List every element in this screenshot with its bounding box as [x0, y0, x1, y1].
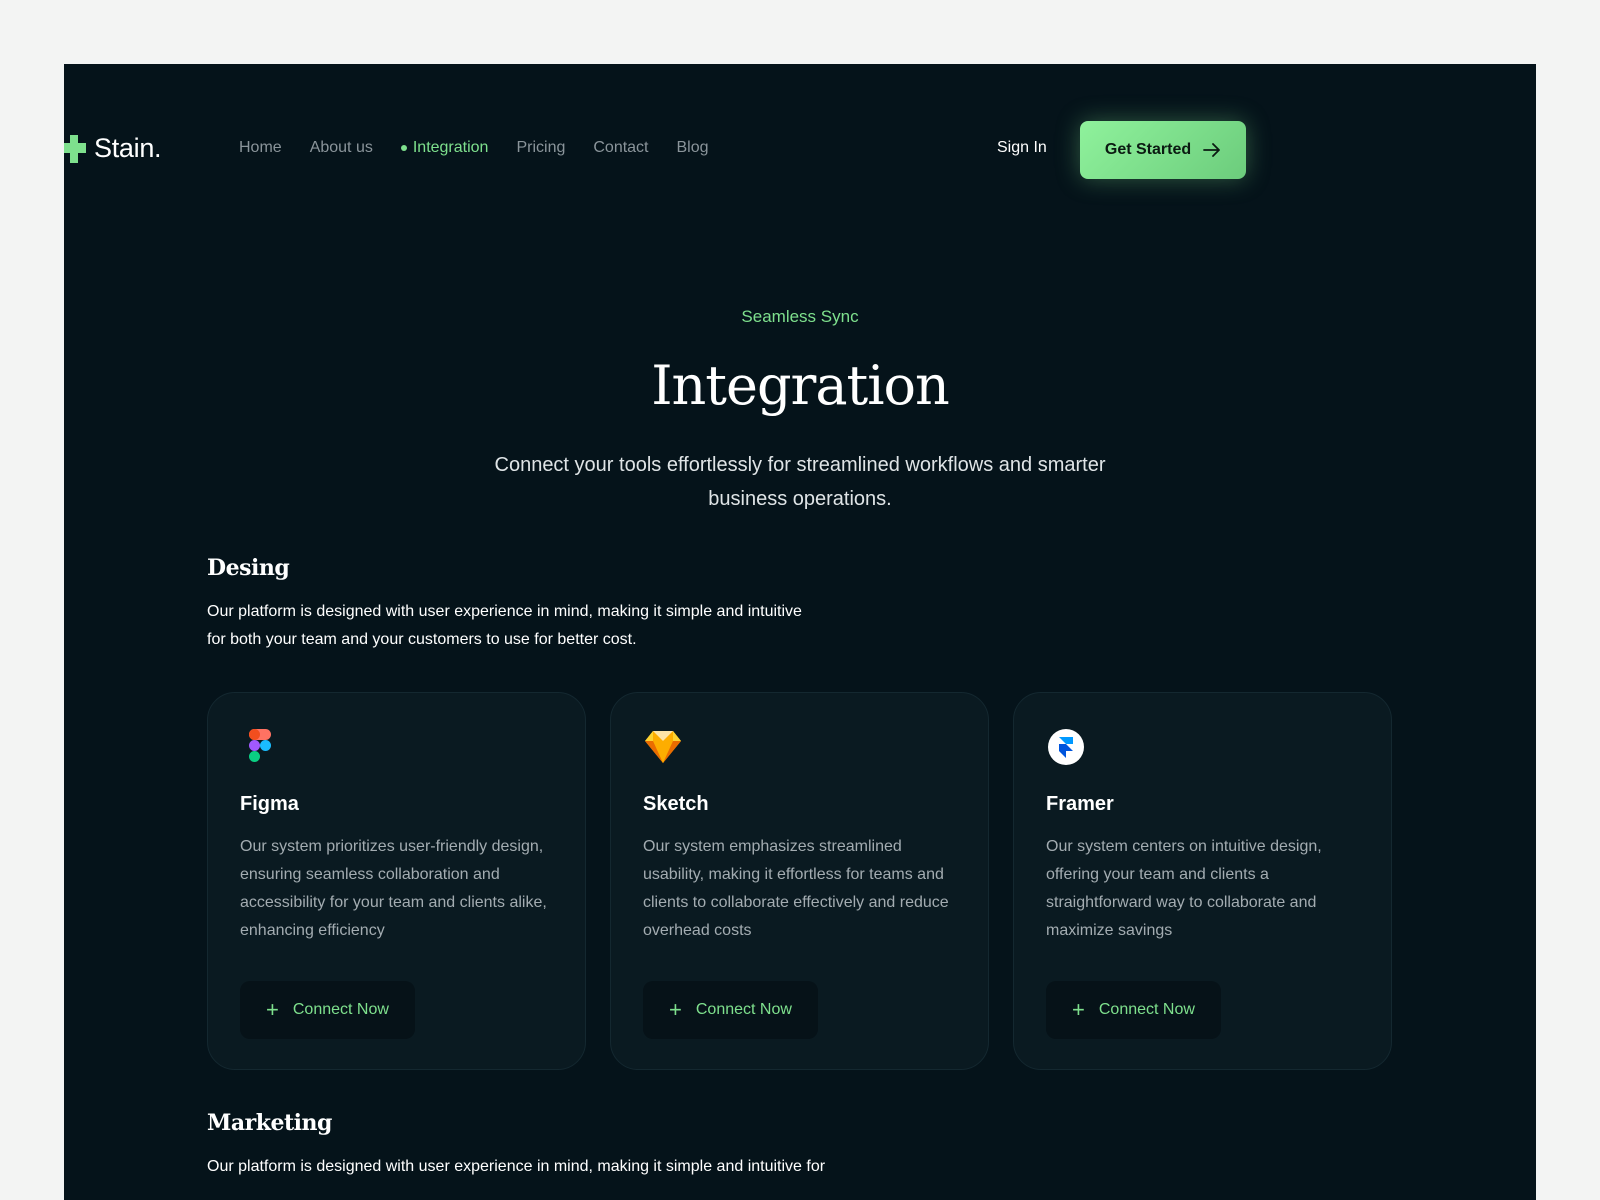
nav-link-home[interactable]: Home — [239, 139, 282, 157]
card-description: Our system centers on intuitive design, … — [1046, 838, 1322, 939]
connect-now-label: Connect Now — [1098, 1001, 1195, 1018]
nav-link-pricing[interactable]: Pricing — [516, 139, 565, 157]
card-title: Framer — [1046, 793, 1114, 815]
page-title: Integration — [651, 354, 950, 417]
get-started-button[interactable]: Get Started — [1080, 121, 1246, 179]
nav-link-integration[interactable]: Integration — [400, 139, 489, 157]
section-description-line: Our platform is designed with user exper… — [207, 1158, 826, 1175]
connect-now-button-figma[interactable]: + Connect Now — [240, 981, 415, 1039]
card-title: Figma — [240, 793, 299, 815]
card-title: Sketch — [643, 793, 709, 815]
section-description-line: Our platform is designed with user exper… — [207, 603, 802, 620]
sketch-icon — [645, 731, 681, 763]
connect-now-button-framer[interactable]: + Connect Now — [1046, 981, 1221, 1039]
card-description: Our system emphasizes streamlined usabil… — [643, 838, 949, 939]
section-description-design: Our platform is designed with user exper… — [207, 598, 802, 654]
sign-in-link[interactable]: Sign In — [997, 139, 1047, 157]
plus-icon: + — [1072, 997, 1085, 1022]
card-description: Our system prioritizes user-friendly des… — [240, 838, 547, 939]
nav-links: Home About us Integration Pricing Contac… — [239, 139, 709, 157]
integration-card-figma: Figma Our system prioritizes user-friend… — [207, 692, 586, 1070]
section-description-line: for both your team and your customers to… — [207, 631, 637, 648]
nav-link-about[interactable]: About us — [310, 139, 373, 157]
active-indicator-dot — [400, 145, 407, 151]
figma-icon — [249, 729, 271, 762]
section-title-marketing: Marketing — [207, 1110, 332, 1136]
connect-now-button-sketch[interactable]: + Connect Now — [643, 981, 818, 1039]
connect-now-label: Connect Now — [695, 1001, 792, 1018]
section-description-marketing: Our platform is designed with user exper… — [207, 1153, 825, 1181]
nav-link-contact[interactable]: Contact — [593, 139, 648, 157]
integration-card-sketch: Sketch Our system emphasizes streamlined… — [610, 692, 989, 1070]
hero-subtitle: Connect your tools effortlessly for stre… — [494, 454, 1106, 510]
brand-logo[interactable]: Stain. — [64, 133, 162, 164]
section-title-design: Desing — [207, 555, 290, 581]
nav-link-integration-label: Integration — [412, 139, 489, 156]
framer-icon — [1048, 729, 1084, 765]
connect-now-label: Connect Now — [292, 1001, 389, 1018]
plus-icon: + — [266, 997, 279, 1022]
get-started-label: Get Started — [1104, 141, 1192, 158]
brand-name: Stain. — [94, 133, 162, 163]
top-nav: Stain. Home About us Integration Pricing… — [64, 121, 1536, 179]
page-frame: Stain. Home About us Integration Pricing… — [64, 64, 1536, 1200]
plus-icon: + — [669, 997, 682, 1022]
nav-link-blog[interactable]: Blog — [677, 139, 709, 157]
integration-cards: Figma Our system prioritizes user-friend… — [207, 692, 1392, 1070]
integration-card-framer: Framer Our system centers on intuitive d… — [1013, 692, 1392, 1070]
hero-eyebrow: Seamless Sync — [741, 307, 859, 326]
logo-mark-icon — [64, 134, 86, 163]
arrow-right-icon — [1203, 143, 1221, 157]
